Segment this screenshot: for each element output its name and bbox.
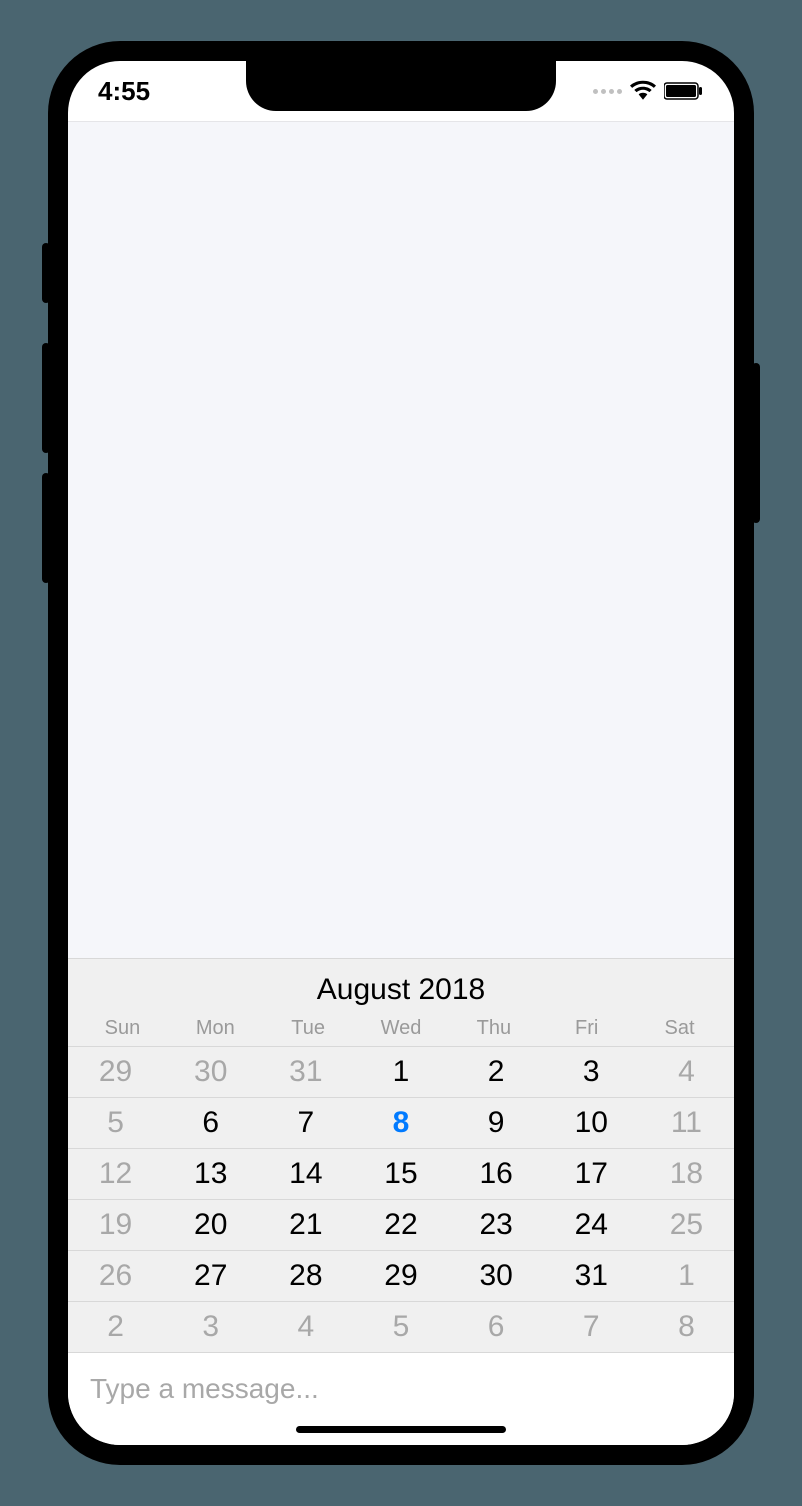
calendar-day[interactable]: 29: [353, 1250, 448, 1301]
weekday-label: Thu: [447, 1017, 540, 1040]
weekday-label: Wed: [355, 1017, 448, 1040]
mute-switch: [42, 243, 50, 303]
calendar-day[interactable]: 7: [258, 1097, 353, 1148]
calendar-day[interactable]: 11: [639, 1097, 734, 1148]
chat-content-area[interactable]: [68, 121, 734, 958]
calendar-day[interactable]: 31: [544, 1250, 639, 1301]
calendar-day[interactable]: 12: [68, 1148, 163, 1199]
message-input[interactable]: [90, 1373, 712, 1405]
volume-up-button: [42, 343, 50, 453]
calendar-day[interactable]: 5: [353, 1301, 448, 1352]
calendar-picker: August 2018 Sun Mon Tue Wed Thu Fri Sat …: [68, 958, 734, 1352]
calendar-day[interactable]: 5: [68, 1097, 163, 1148]
calendar-month-title: August 2018: [68, 959, 734, 1017]
calendar-day[interactable]: 8: [353, 1097, 448, 1148]
weekday-label: Sun: [76, 1017, 169, 1040]
cellular-dots-icon: [593, 89, 622, 94]
calendar-day[interactable]: 1: [353, 1046, 448, 1097]
calendar-day[interactable]: 3: [163, 1301, 258, 1352]
calendar-day[interactable]: 22: [353, 1199, 448, 1250]
calendar-day[interactable]: 24: [544, 1199, 639, 1250]
weekday-label: Fri: [540, 1017, 633, 1040]
calendar-day[interactable]: 27: [163, 1250, 258, 1301]
calendar-day[interactable]: 2: [449, 1046, 544, 1097]
calendar-day[interactable]: 30: [163, 1046, 258, 1097]
calendar-day[interactable]: 13: [163, 1148, 258, 1199]
phone-frame: 4:55 August 2018 Sun Mon Tue Wed: [50, 43, 752, 1463]
calendar-day[interactable]: 31: [258, 1046, 353, 1097]
calendar-day[interactable]: 2: [68, 1301, 163, 1352]
calendar-day[interactable]: 28: [258, 1250, 353, 1301]
calendar-day[interactable]: 10: [544, 1097, 639, 1148]
calendar-day[interactable]: 1: [639, 1250, 734, 1301]
calendar-day[interactable]: 9: [449, 1097, 544, 1148]
calendar-weekday-row: Sun Mon Tue Wed Thu Fri Sat: [68, 1017, 734, 1046]
calendar-day[interactable]: 15: [353, 1148, 448, 1199]
calendar-day[interactable]: 17: [544, 1148, 639, 1199]
calendar-day[interactable]: 4: [258, 1301, 353, 1352]
home-indicator[interactable]: [296, 1426, 506, 1433]
wifi-icon: [630, 76, 656, 107]
calendar-day[interactable]: 30: [449, 1250, 544, 1301]
calendar-day[interactable]: 23: [449, 1199, 544, 1250]
calendar-day[interactable]: 6: [449, 1301, 544, 1352]
calendar-day[interactable]: 26: [68, 1250, 163, 1301]
calendar-day[interactable]: 19: [68, 1199, 163, 1250]
calendar-day[interactable]: 14: [258, 1148, 353, 1199]
volume-down-button: [42, 473, 50, 583]
battery-icon: [664, 76, 704, 107]
screen: 4:55 August 2018 Sun Mon Tue Wed: [68, 61, 734, 1445]
status-time: 4:55: [98, 76, 150, 107]
power-button: [752, 363, 760, 523]
weekday-label: Tue: [262, 1017, 355, 1040]
status-icons: [593, 76, 704, 107]
notch: [246, 61, 556, 111]
calendar-days-grid: 2930311234567891011121314151617181920212…: [68, 1046, 734, 1352]
calendar-day[interactable]: 7: [544, 1301, 639, 1352]
calendar-day[interactable]: 29: [68, 1046, 163, 1097]
calendar-day[interactable]: 20: [163, 1199, 258, 1250]
weekday-label: Sat: [633, 1017, 726, 1040]
calendar-day[interactable]: 4: [639, 1046, 734, 1097]
calendar-day[interactable]: 8: [639, 1301, 734, 1352]
calendar-day[interactable]: 3: [544, 1046, 639, 1097]
calendar-day[interactable]: 25: [639, 1199, 734, 1250]
calendar-day[interactable]: 21: [258, 1199, 353, 1250]
calendar-day[interactable]: 6: [163, 1097, 258, 1148]
calendar-day[interactable]: 16: [449, 1148, 544, 1199]
calendar-day[interactable]: 18: [639, 1148, 734, 1199]
weekday-label: Mon: [169, 1017, 262, 1040]
